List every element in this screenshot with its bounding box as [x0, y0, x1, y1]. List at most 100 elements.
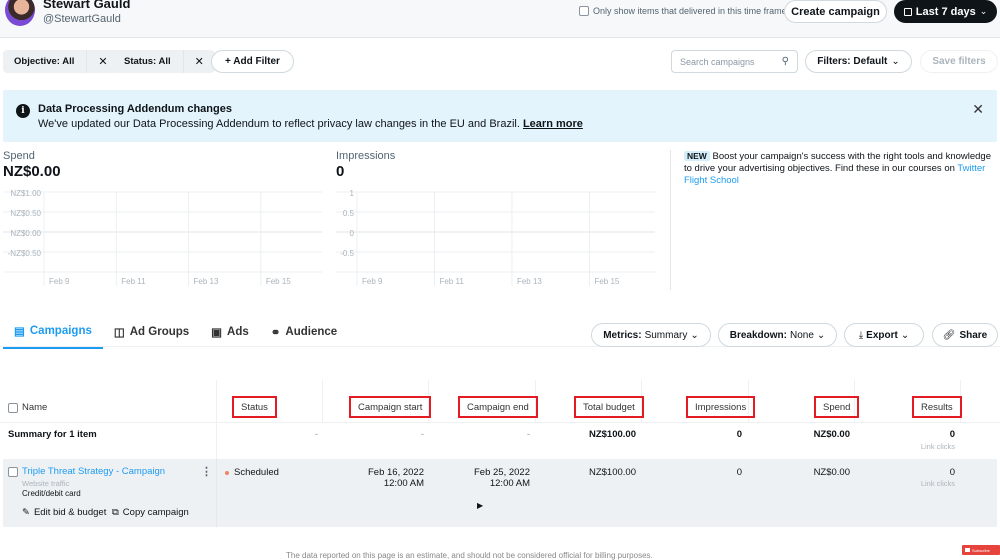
filter-chip-objective[interactable]: Objective: All ✕: [3, 50, 119, 73]
row-results-sub: Link clicks: [920, 479, 955, 488]
close-icon[interactable]: ✕: [972, 101, 984, 118]
end-time: 12:00 AM: [489, 478, 530, 489]
x-tick-label: Feb 9: [49, 277, 70, 286]
impressions-chart-svg: 1 0.5 0 -0.5 Feb 9 Feb 11 Feb 13 Feb 15: [336, 189, 655, 286]
row-checkbox[interactable]: [8, 466, 18, 477]
date-range-label: Last 7 days: [915, 5, 976, 18]
row-name-cell: Triple Threat Strategy - Campaign: [8, 466, 165, 477]
spend-chart-svg: NZ$1.00 NZ$0.50 NZ$0.00 -NZ$0.50 Feb 9 Feb 11…: [3, 189, 322, 286]
filter-chip-status[interactable]: Status: All ✕: [113, 50, 215, 73]
campaigns-icon: ▤: [14, 326, 25, 338]
mouse-cursor-icon: ▶: [477, 501, 484, 510]
more-options-icon[interactable]: ⋮: [201, 465, 212, 478]
x-tick-label: Feb 11: [121, 277, 146, 286]
tab-audience[interactable]: ⚭ Audience: [260, 318, 348, 349]
filter-chip-label: Objective: All: [3, 50, 88, 73]
filters-dropdown[interactable]: Filters: Default ⌄: [805, 50, 912, 73]
row-budget: NZ$100.00: [588, 467, 636, 478]
subscribe-badge[interactable]: Subscribe: [962, 545, 1000, 555]
summary-impressions: 0: [736, 429, 742, 440]
column-header-spend[interactable]: Spend: [814, 396, 860, 418]
date-range-button[interactable]: Last 7 days ⌄: [894, 0, 997, 23]
spend-label: Spend: [3, 150, 35, 162]
youtube-icon: [965, 548, 970, 552]
copy-campaign-link[interactable]: ⧉ Copy campaign: [112, 507, 189, 518]
export-button[interactable]: ⤓ Export ⌄: [844, 323, 924, 347]
search-input[interactable]: Search campaigns ⚲: [671, 50, 798, 73]
link-icon: 🔗︎: [942, 329, 956, 341]
delivered-checkbox[interactable]: [579, 6, 589, 16]
spend-metric: Spend NZ$0.00: [3, 150, 61, 180]
tab-campaigns[interactable]: ▤ Campaigns: [3, 318, 103, 349]
impressions-label: Impressions: [336, 150, 396, 162]
chevron-down-icon: ⌄: [690, 329, 699, 341]
summary-status: -: [314, 429, 318, 440]
impressions-metric: Impressions 0: [336, 150, 395, 180]
learn-more-link[interactable]: Learn more: [523, 118, 583, 130]
column-header-campaign-start[interactable]: Campaign start: [349, 396, 432, 418]
x-tick-label: Feb 13: [517, 277, 542, 286]
select-all-checkbox[interactable]: [8, 402, 18, 413]
row-status: Scheduled: [225, 467, 279, 478]
tab-label: Campaigns: [29, 325, 92, 337]
ads-icon: ▣: [211, 327, 223, 339]
row-spend: NZ$0.00: [813, 467, 850, 478]
filters-dropdown-label: Filters: Default: [817, 56, 888, 67]
y-tick-label: -NZ$0.50: [8, 249, 42, 258]
banner-title: Data Processing Addendum changes: [38, 103, 232, 115]
edit-bid-budget-label: Edit bid & budget: [33, 507, 107, 518]
payment-method-link[interactable]: Credit/debit card: [22, 489, 81, 498]
column-header-name[interactable]: Name: [8, 402, 47, 413]
column-header-impressions[interactable]: Impressions: [686, 396, 756, 418]
start-date: Feb 16, 2022: [368, 467, 424, 478]
add-filter-button[interactable]: + Add Filter: [211, 50, 294, 73]
status-label: Scheduled: [234, 467, 279, 478]
campaign-objective: Website traffic: [22, 479, 70, 488]
filter-chip-label: Status: All: [113, 50, 184, 73]
subscribe-label: Subscribe: [972, 547, 990, 553]
search-placeholder: Search campaigns: [680, 56, 755, 67]
chevron-down-icon: ⌄: [900, 329, 910, 341]
chevron-down-icon: ⌄: [891, 56, 900, 67]
column-header-total-budget[interactable]: Total budget: [574, 396, 644, 418]
campaign-name-link[interactable]: Triple Threat Strategy - Campaign: [22, 466, 165, 477]
copy-icon: ⧉: [112, 507, 119, 518]
x-tick-label: Feb 9: [362, 277, 383, 286]
column-header-results[interactable]: Results: [912, 396, 962, 418]
export-label: Export: [866, 329, 898, 341]
row-results: 0: [949, 467, 955, 478]
tabs-divider: [0, 346, 1000, 347]
new-badge: NEW: [684, 151, 710, 161]
save-filters-button[interactable]: Save filters: [920, 50, 998, 73]
info-icon: i: [16, 104, 30, 118]
y-tick-label: NZ$1.00: [10, 189, 41, 198]
breakdown-dropdown[interactable]: Breakdown: None ⌄: [718, 323, 837, 347]
summary-start: -: [420, 429, 424, 440]
avatar[interactable]: [5, 0, 35, 26]
ad-groups-icon: ◫: [113, 327, 125, 339]
chevron-down-icon: ⌄: [979, 6, 988, 16]
summary-results: 0: [949, 429, 955, 440]
start-time: 12:00 AM: [383, 478, 424, 489]
tab-ads[interactable]: ▣ Ads: [200, 318, 260, 349]
user-handle: @StewartGauld: [43, 13, 121, 25]
y-tick-label: 1: [350, 189, 355, 198]
y-tick-label: NZ$0.00: [10, 229, 41, 238]
search-icon: ⚲: [781, 56, 789, 67]
create-campaign-button[interactable]: Create campaign: [784, 0, 887, 23]
header-divider: [0, 422, 1000, 423]
row-campaign-start: Feb 16, 2022 12:00 AM: [340, 467, 424, 489]
summary-end: -: [526, 429, 530, 440]
metrics-dropdown[interactable]: Metrics: Summary ⌄: [591, 323, 711, 347]
x-tick-label: Feb 15: [594, 277, 619, 286]
share-button[interactable]: 🔗︎ Share: [932, 323, 998, 347]
tab-label: Ads: [227, 326, 249, 338]
tab-ad-groups[interactable]: ◫ Ad Groups: [103, 318, 200, 349]
download-icon: ⤓: [858, 329, 864, 341]
column-header-status[interactable]: Status: [232, 396, 277, 418]
column-header-campaign-end[interactable]: Campaign end: [458, 396, 538, 418]
y-tick-label: -0.5: [340, 249, 354, 258]
edit-bid-budget-link[interactable]: ✎ Edit bid & budget: [22, 507, 106, 518]
delivered-filter[interactable]: Only show items that delivered in this t…: [579, 6, 787, 16]
x-tick-label: Feb 13: [194, 277, 219, 286]
